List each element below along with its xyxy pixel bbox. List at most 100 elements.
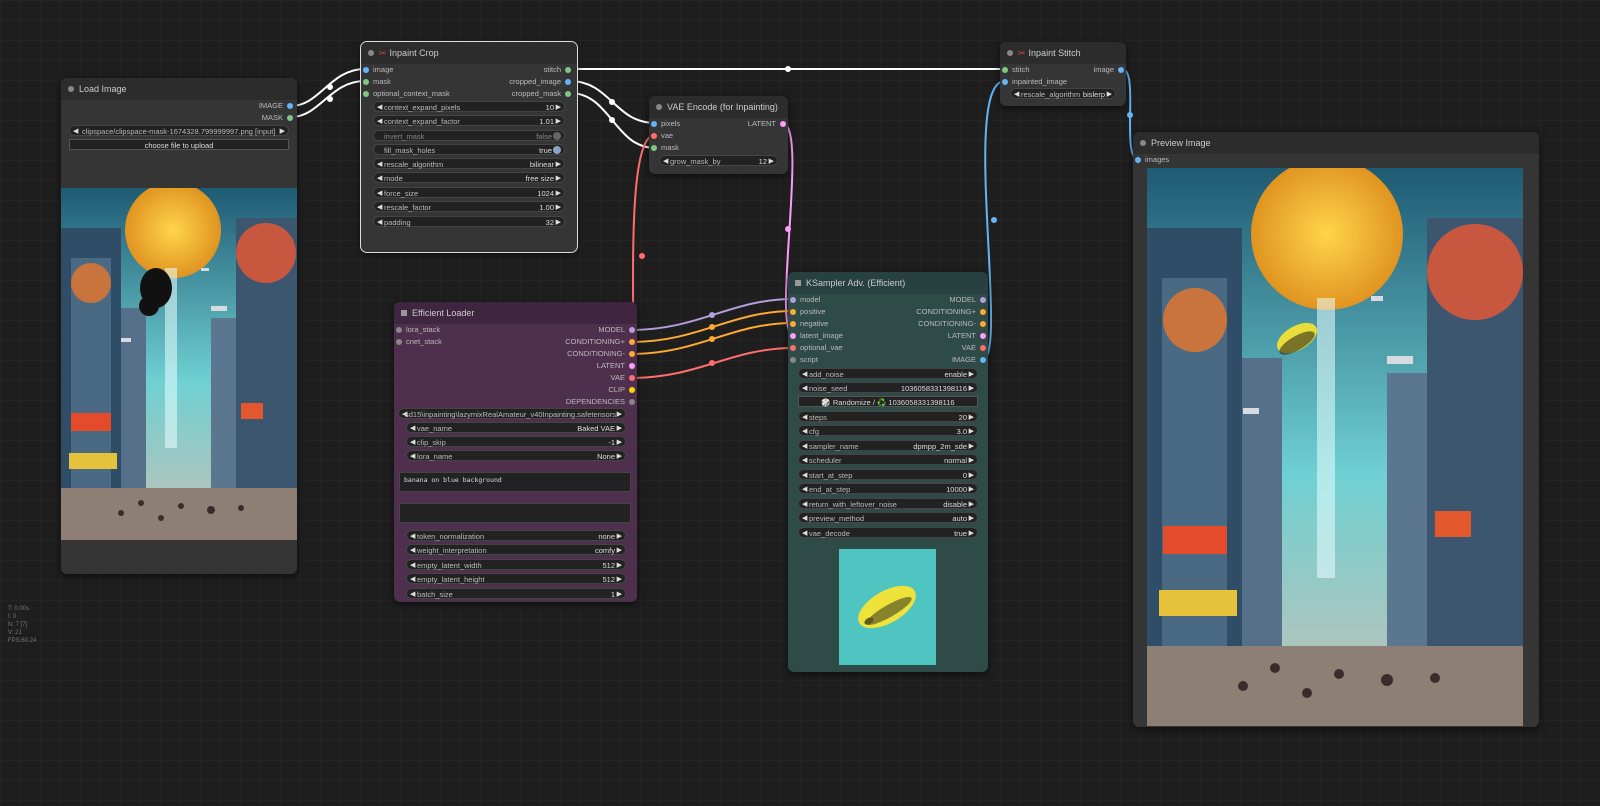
- input-mask[interactable]: mask: [363, 76, 391, 88]
- force-size-widget[interactable]: ◀ force_size 1024 ▶: [373, 187, 565, 198]
- output-conditioning-plus[interactable]: CONDITIONING+: [916, 306, 986, 318]
- input-lora-stack[interactable]: lora_stack: [396, 324, 440, 336]
- collapse-dot-icon[interactable]: [68, 86, 74, 92]
- output-vae[interactable]: VAE: [962, 342, 986, 354]
- output-stitch[interactable]: stitch: [543, 64, 571, 76]
- node-title: Load Image: [79, 84, 127, 94]
- token-normalization-widget[interactable]: ◀ token_normalization none ▶: [406, 530, 626, 541]
- output-latent[interactable]: LATENT: [948, 330, 986, 342]
- input-script[interactable]: script: [790, 354, 818, 366]
- cfg-widget[interactable]: ◀ cfg 3.0 ▶: [798, 425, 978, 436]
- fill-mask-holes-toggle[interactable]: fill_mask_holes true: [373, 144, 565, 155]
- input-latent-image[interactable]: latent_image: [790, 330, 843, 342]
- padding-widget[interactable]: ◀ padding 32 ▶: [373, 216, 565, 227]
- output-mask[interactable]: MASK: [262, 112, 293, 124]
- input-model[interactable]: model: [790, 294, 820, 306]
- collapse-square-icon[interactable]: [795, 280, 801, 286]
- upload-button[interactable]: choose file to upload: [69, 139, 289, 150]
- context-expand-pixels-widget[interactable]: ◀ context_expand_pixels 10 ▶: [373, 101, 565, 112]
- output-cropped-mask[interactable]: cropped_mask: [512, 88, 571, 100]
- node-title-bar[interactable]: KSampler Adv. (Efficient): [788, 272, 988, 294]
- grow-mask-by-widget[interactable]: ◀ grow_mask_by 12 ▶: [659, 155, 778, 166]
- steps-widget[interactable]: ◀ steps 20 ▶: [798, 411, 978, 422]
- output-dependencies[interactable]: DEPENDENCIES: [566, 396, 635, 408]
- input-images[interactable]: images: [1135, 154, 1169, 166]
- ckpt-name-widget[interactable]: ◀ sd15\inpainting\lazymixRealAmateur_v40I…: [398, 408, 626, 419]
- vae-encode-node[interactable]: VAE Encode (for Inpainting) pixels vae m…: [649, 96, 788, 174]
- input-inpainted-image[interactable]: inpainted_image: [1002, 76, 1067, 88]
- output-image[interactable]: IMAGE: [952, 354, 986, 366]
- node-title-bar[interactable]: ✂ Inpaint Stitch: [1000, 42, 1126, 64]
- add-noise-widget[interactable]: ◀ add_noise enable ▶: [798, 368, 978, 379]
- output-image[interactable]: image: [1094, 64, 1124, 76]
- end-at-step-widget[interactable]: ◀ end_at_step 10000 ▶: [798, 483, 978, 494]
- output-cropped-image[interactable]: cropped_image: [509, 76, 571, 88]
- rescale-factor-widget[interactable]: ◀ rescale_factor 1.00 ▶: [373, 201, 565, 212]
- collapse-dot-icon[interactable]: [656, 104, 662, 110]
- node-title-bar[interactable]: VAE Encode (for Inpainting): [649, 96, 788, 118]
- output-latent[interactable]: LATENT: [597, 360, 635, 372]
- input-stitch[interactable]: stitch: [1002, 64, 1030, 76]
- start-at-step-widget[interactable]: ◀ start_at_step 0 ▶: [798, 469, 978, 480]
- randomize-seed-button[interactable]: 🎲 Randomize / ♻️ 1036058331398116: [798, 396, 978, 407]
- preview-method-widget[interactable]: ◀ preview_method auto ▶: [798, 512, 978, 523]
- vae-decode-widget[interactable]: ◀ vae_decode true ▶: [798, 527, 978, 538]
- stat-v: V: 21: [8, 630, 22, 636]
- rescale-algorithm-widget[interactable]: ◀ rescale_algorithm bislerp ▶: [1010, 88, 1116, 99]
- input-image[interactable]: image: [363, 64, 393, 76]
- arrow-left-icon[interactable]: ◀: [73, 126, 78, 137]
- batch-size-widget[interactable]: ◀ batch_size 1 ▶: [406, 588, 626, 599]
- output-model[interactable]: MODEL: [949, 294, 986, 306]
- node-title-bar[interactable]: Preview Image: [1133, 132, 1539, 154]
- input-cnet-stack[interactable]: cnet_stack: [396, 336, 442, 348]
- output-conditioning-minus[interactable]: CONDITIONING-: [918, 318, 986, 330]
- negative-prompt-textarea[interactable]: [399, 503, 631, 523]
- input-optional-vae[interactable]: optional_vae: [790, 342, 843, 354]
- empty-latent-height-widget[interactable]: ◀ empty_latent_height 512 ▶: [406, 573, 626, 584]
- noise-seed-widget[interactable]: ◀ noise_seed 1036058331398116 ▶: [798, 382, 978, 393]
- input-positive[interactable]: positive: [790, 306, 825, 318]
- weight-interpretation-widget[interactable]: ◀ weight_interpretation comfy ▶: [406, 544, 626, 555]
- scheduler-widget[interactable]: ◀ scheduler normal ▶: [798, 454, 978, 465]
- ksampler-node[interactable]: KSampler Adv. (Efficient) model positive…: [788, 272, 988, 672]
- node-title: VAE Encode (for Inpainting): [667, 102, 778, 112]
- input-optional-context-mask[interactable]: optional_context_mask: [363, 88, 450, 100]
- output-model[interactable]: MODEL: [598, 324, 635, 336]
- mode-widget[interactable]: ◀ mode free size ▶: [373, 172, 565, 183]
- sampler-name-widget[interactable]: ◀ sampler_name dpmpp_2m_sde ▶: [798, 440, 978, 451]
- vae-name-widget[interactable]: ◀ vae_name Baked VAE ▶: [406, 422, 626, 433]
- preview-image-node[interactable]: Preview Image images: [1133, 132, 1539, 727]
- node-title: Inpaint Crop: [389, 48, 439, 58]
- collapse-square-icon[interactable]: [401, 310, 407, 316]
- arrow-right-icon[interactable]: ▶: [280, 126, 285, 137]
- input-mask[interactable]: mask: [651, 142, 679, 154]
- empty-latent-width-widget[interactable]: ◀ empty_latent_width 512 ▶: [406, 559, 626, 570]
- output-latent[interactable]: LATENT: [748, 118, 786, 130]
- clip-skip-widget[interactable]: ◀ clip_skip -1 ▶: [406, 436, 626, 447]
- node-title-bar[interactable]: ✂ Inpaint Crop: [361, 42, 577, 64]
- output-image[interactable]: IMAGE: [259, 100, 293, 112]
- efficient-loader-node[interactable]: Efficient Loader lora_stack cnet_stack M…: [394, 302, 637, 602]
- inpaint-crop-node[interactable]: ✂ Inpaint Crop image mask optional_contex…: [360, 41, 578, 253]
- lora-name-widget[interactable]: ◀ lora_name None ▶: [406, 450, 626, 461]
- input-pixels[interactable]: pixels: [651, 118, 680, 130]
- input-negative[interactable]: negative: [790, 318, 828, 330]
- input-vae[interactable]: vae: [651, 130, 673, 142]
- collapse-dot-icon[interactable]: [1140, 140, 1146, 146]
- output-clip[interactable]: CLIP: [608, 384, 635, 396]
- output-conditioning-minus[interactable]: CONDITIONING-: [567, 348, 635, 360]
- node-title-bar[interactable]: Efficient Loader: [394, 302, 637, 324]
- output-vae[interactable]: VAE: [611, 372, 635, 384]
- positive-prompt-textarea[interactable]: banana on blue background: [399, 472, 631, 492]
- invert-mask-toggle[interactable]: invert_mask false: [373, 130, 565, 141]
- image-file-combo[interactable]: ◀ clipspace/clipspace-mask-1674328.799999…: [69, 125, 289, 136]
- node-title-bar[interactable]: Load Image: [61, 78, 297, 100]
- output-conditioning-plus[interactable]: CONDITIONING+: [565, 336, 635, 348]
- context-expand-factor-widget[interactable]: ◀ context_expand_factor 1.01 ▶: [373, 115, 565, 126]
- collapse-dot-icon[interactable]: [368, 50, 374, 56]
- inpaint-stitch-node[interactable]: ✂ Inpaint Stitch stitch inpainted_image i…: [1000, 42, 1126, 106]
- collapse-dot-icon[interactable]: [1007, 50, 1013, 56]
- return-with-leftover-noise-widget[interactable]: ◀ return_with_leftover_noise disable ▶: [798, 498, 978, 509]
- rescale-algorithm-widget[interactable]: ◀ rescale_algorithm bilinear ▶: [373, 158, 565, 169]
- load-image-node[interactable]: Load Image IMAGE MASK ◀ clipspace/clipspa…: [61, 78, 297, 574]
